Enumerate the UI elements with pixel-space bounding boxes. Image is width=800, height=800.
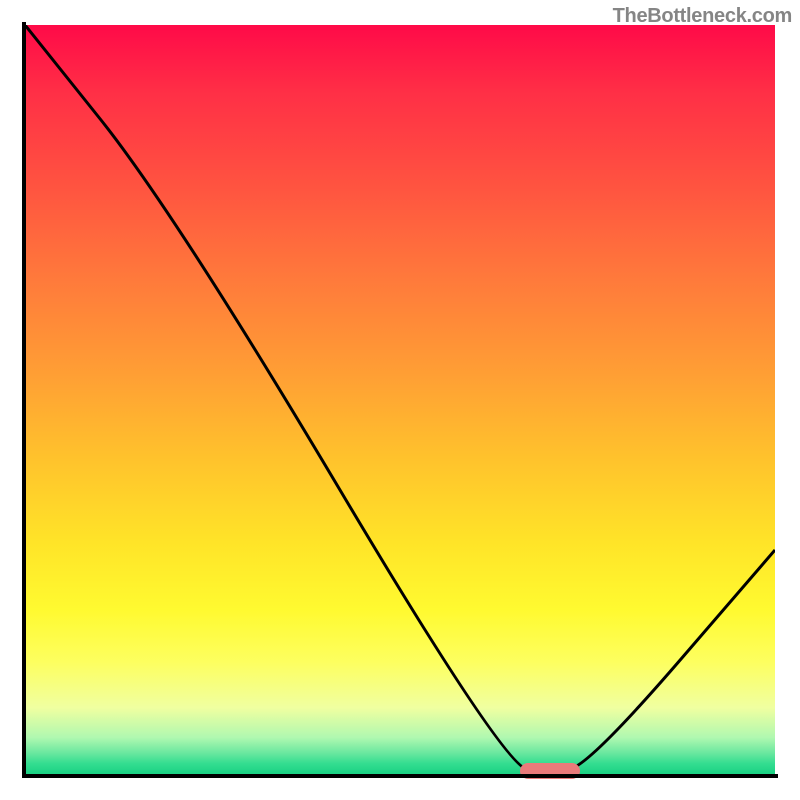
y-axis: [22, 22, 26, 778]
bottleneck-chart: TheBottleneck.com: [0, 0, 800, 800]
x-axis: [22, 774, 778, 778]
curve-layer: [25, 25, 775, 775]
bottleneck-curve-line: [25, 25, 775, 770]
attribution-label: TheBottleneck.com: [613, 5, 792, 28]
